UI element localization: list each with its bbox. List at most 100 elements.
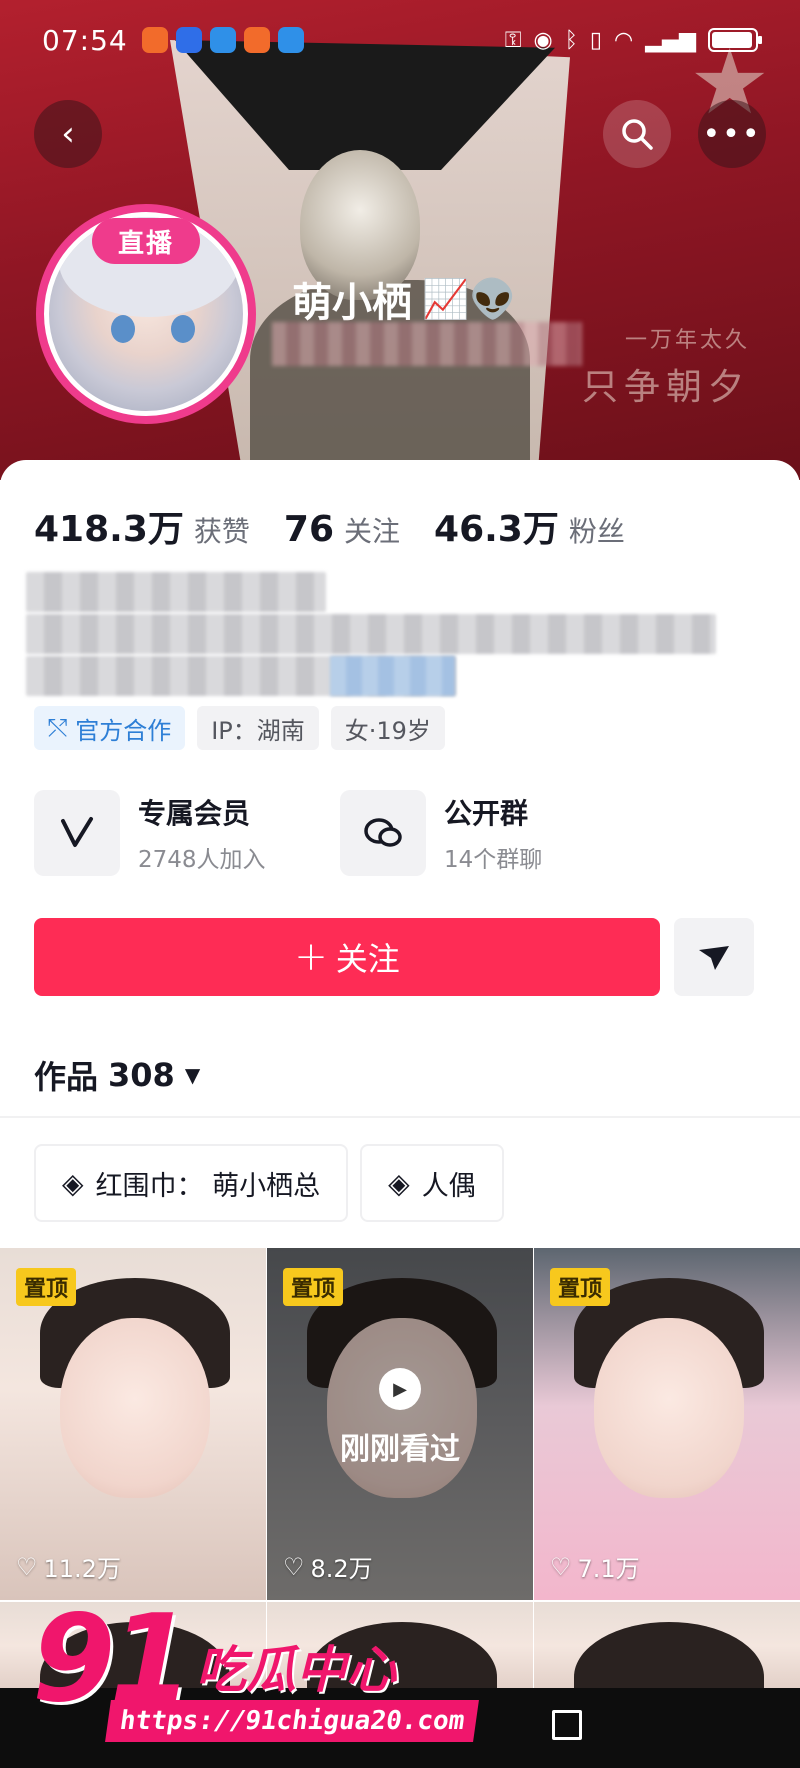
chat-icon (364, 818, 402, 847)
avatar-eye (111, 315, 135, 343)
like-count-text: 7.1万 (577, 1555, 640, 1583)
nickname: 萌小栖 📈👽 (292, 270, 517, 328)
stat-number: 76 (283, 509, 334, 550)
stat-followers[interactable]: 46.3万 粉丝 (434, 500, 625, 552)
video-thumbnail[interactable]: 置顶 ▶ 刚刚看过 ♡ 8.2万 (267, 1248, 533, 1600)
stat-label: 关注 (344, 515, 401, 548)
works-label: 作品 (34, 1058, 99, 1096)
blurred-bio-line (26, 572, 326, 612)
app-notification-icon (209, 27, 236, 53)
heart-icon: ♡ (283, 1552, 305, 1581)
blurred-bio-line (26, 614, 716, 654)
live-badge[interactable]: 直播 (92, 218, 200, 264)
blurred-account-id (272, 322, 582, 366)
vibrate-icon: ▯ (589, 27, 603, 53)
recents-nav-button[interactable] (552, 1710, 582, 1740)
wifi-icon: ◠ (614, 27, 634, 53)
notification-icons (141, 27, 304, 53)
works-tab[interactable]: 作品 308 ▼ (34, 1052, 200, 1098)
works-count: 308 (108, 1056, 175, 1094)
nickname-text: 萌小栖 (292, 280, 412, 326)
slogan-line-1: 一万年太久 (624, 328, 750, 353)
recently-watched-label: 刚刚看过 (340, 1432, 460, 1467)
avatar-eye (171, 315, 195, 343)
status-time: 07:54 (42, 23, 128, 57)
pinned-badge: 置顶 (16, 1268, 77, 1306)
gender-age-tag: 女·19岁 (330, 706, 445, 750)
follow-label: 关注 (335, 940, 400, 978)
collection-chip[interactable]: ◈ 人偶 (360, 1144, 504, 1222)
divider (0, 1116, 800, 1118)
profile-card: 418.3万 获赞 76 关注 46.3万 粉丝 ⤲ 官方合作 IP：湖南 女·… (0, 460, 800, 1768)
app-notification-icon (243, 27, 270, 53)
app-notification-icon (141, 27, 168, 53)
profile-stats: 418.3万 获赞 76 关注 46.3万 粉丝 (34, 500, 659, 552)
key-icon: ⚿ (504, 27, 522, 53)
video-thumbnail[interactable]: 置顶 ♡ 11.2万 (0, 1248, 266, 1600)
share-dropdown-button[interactable] (674, 918, 754, 996)
layers-icon: ◈ (388, 1166, 410, 1200)
like-count-text: 11.2万 (43, 1555, 121, 1583)
heart-icon: ♡ (550, 1552, 572, 1581)
exclusive-membership-entry[interactable]: 专属会员 2748人加入 (34, 790, 340, 876)
back-button[interactable]: ‹ (34, 100, 102, 168)
nickname-emoji-icon: 📈👽 (422, 276, 517, 321)
stat-number: 418.3万 (34, 509, 184, 550)
search-icon (622, 119, 653, 150)
watermark-brand: 吃瓜中心 (196, 1641, 396, 1699)
feature-subtitle: 14个群聊 (444, 847, 543, 873)
feature-entries: 专属会员 2748人加入 公开群 14个群聊 (34, 790, 646, 876)
more-button[interactable]: ••• (698, 100, 766, 168)
like-count: ♡ 11.2万 (16, 1549, 121, 1584)
stat-following[interactable]: 76 关注 (284, 509, 400, 550)
thumbnail-face (594, 1318, 744, 1498)
heart-icon: ♡ (16, 1552, 38, 1581)
collection-chip[interactable]: ◈ 红围巾： 萌小栖总 (34, 1144, 349, 1222)
official-partner-label: 官方合作 (75, 716, 172, 745)
action-row: + 关注 (34, 918, 754, 996)
search-button[interactable] (603, 100, 671, 168)
collection-label: 红围巾： 萌小栖总 (95, 1170, 321, 1202)
v-icon (61, 817, 93, 847)
plus-icon: + (294, 934, 328, 980)
status-bar: 07:54 ⚿ ◉ ᛒ ▯ ◠ ▂▄▆ (0, 0, 800, 80)
system-icons: ⚿ ◉ ᛒ ▯ ◠ ▂▄▆ (504, 27, 762, 53)
battery-icon (708, 28, 762, 52)
stat-likes[interactable]: 418.3万 获赞 (34, 500, 250, 552)
caret-down-icon: ▼ (184, 1063, 201, 1087)
play-icon: ▶ (379, 1368, 421, 1410)
feature-title: 公开群 (444, 797, 529, 830)
app-notification-icon (175, 27, 202, 53)
pinned-badge: 置顶 (283, 1268, 344, 1306)
collection-label: 人偶 (421, 1170, 476, 1202)
recently-watched: ▶ 刚刚看过 (267, 1368, 533, 1468)
blurred-bio-link[interactable] (330, 656, 455, 696)
bluetooth-icon: ᛒ (564, 27, 578, 53)
video-thumbnail[interactable]: 置顶 ♡ 7.1万 (534, 1248, 800, 1600)
like-count: ♡ 8.2万 (283, 1549, 373, 1584)
video-grid: 置顶 ♡ 11.2万 置顶 ▶ 刚刚看过 ♡ 8.2万 置顶 ♡ 7.1万 (0, 1248, 800, 1600)
feature-subtitle: 2748人加入 (138, 847, 266, 873)
stat-number: 46.3万 (434, 509, 559, 550)
handshake-icon: ⤲ (48, 714, 68, 742)
public-group-entry[interactable]: 公开群 14个群聊 (340, 790, 646, 876)
slogan-line-2: 只争朝夕 (581, 367, 750, 408)
layers-icon: ◈ (62, 1166, 84, 1200)
like-count-text: 8.2万 (310, 1555, 373, 1583)
follow-button[interactable]: + 关注 (34, 918, 660, 996)
chevron-left-icon: ‹ (61, 114, 75, 154)
banner-slogan: 一万年太久 只争朝夕 (582, 322, 750, 410)
app-notification-icon (277, 27, 304, 53)
chat-icon (340, 790, 426, 876)
ip-location-tag: IP：湖南 (197, 706, 319, 750)
send-icon (699, 946, 729, 970)
official-partner-tag[interactable]: ⤲ 官方合作 (34, 706, 186, 750)
like-count: ♡ 7.1万 (550, 1549, 640, 1584)
feature-title: 专属会员 (138, 797, 251, 830)
profile-tags: ⤲ 官方合作 IP：湖南 女·19岁 (34, 706, 445, 750)
v-icon (34, 790, 120, 876)
watermark-url: https://91chigua20.com (105, 1700, 480, 1742)
more-dots-icon: ••• (702, 116, 762, 152)
eye-icon: ◉ (533, 27, 553, 53)
stat-label: 获赞 (193, 515, 250, 548)
